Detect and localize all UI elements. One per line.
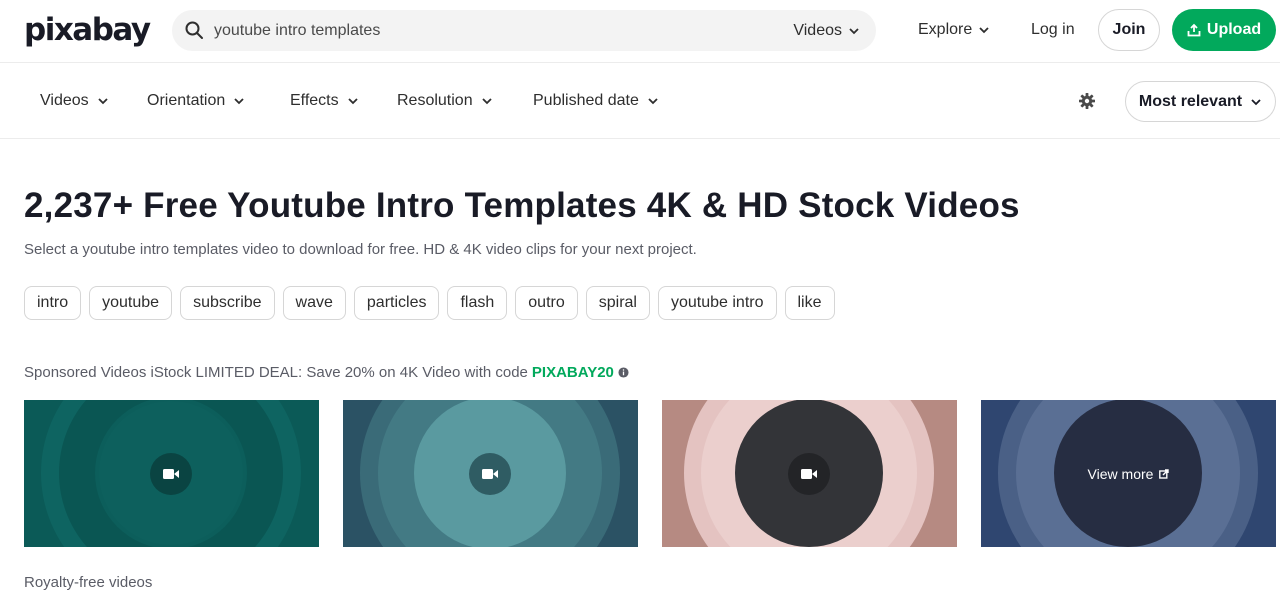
- media-type-label: Videos: [793, 21, 842, 39]
- sort-label: Most relevant: [1138, 92, 1243, 110]
- filter-label: Orientation: [147, 92, 226, 109]
- tag-flash[interactable]: flash: [447, 286, 508, 320]
- filter-label: Resolution: [397, 92, 473, 109]
- filter-bar: Videos Orientation Effects Resolution Pu…: [0, 64, 1280, 139]
- filter-orientation[interactable]: Orientation: [147, 64, 245, 138]
- upload-icon: [1187, 23, 1201, 37]
- info-icon[interactable]: [618, 367, 629, 378]
- filter-effects[interactable]: Effects: [290, 64, 359, 138]
- related-tags: intro youtube subscribe wave particles f…: [24, 286, 835, 320]
- video-badge: [788, 453, 830, 495]
- chevron-down-icon: [98, 98, 108, 105]
- chevron-down-icon: [648, 98, 658, 105]
- sort-dropdown[interactable]: Most relevant: [1125, 81, 1276, 122]
- video-camera-icon: [801, 469, 817, 479]
- chevron-down-icon: [481, 98, 492, 105]
- view-more-thumbnail[interactable]: View more: [981, 400, 1276, 547]
- section-label: Royalty-free videos: [24, 574, 153, 591]
- explore-menu[interactable]: Explore: [918, 0, 990, 60]
- tag-intro[interactable]: intro: [24, 286, 82, 320]
- view-more-label: View more: [1087, 465, 1154, 482]
- tag-youtube[interactable]: youtube: [89, 286, 173, 320]
- external-link-icon: [1159, 468, 1170, 479]
- chevron-down-icon: [234, 98, 244, 105]
- filter-videos[interactable]: Videos: [40, 64, 109, 138]
- tag-like[interactable]: like: [784, 286, 835, 320]
- chevron-down-icon: [849, 27, 859, 34]
- search-input[interactable]: [214, 10, 774, 51]
- join-button[interactable]: Join: [1098, 9, 1160, 51]
- sponsored-banner: Sponsored Videos iStock LIMITED DEAL: Sa…: [24, 364, 629, 381]
- video-badge: [150, 453, 192, 495]
- tag-wave[interactable]: wave: [282, 286, 346, 320]
- sponsored-video-thumbnail[interactable]: [343, 400, 638, 547]
- upload-label: Upload: [1206, 21, 1262, 38]
- explore-label: Explore: [918, 21, 973, 38]
- filter-resolution[interactable]: Resolution: [397, 64, 493, 138]
- tag-youtube-intro[interactable]: youtube intro: [657, 286, 777, 320]
- filter-published-date[interactable]: Published date: [533, 64, 659, 138]
- promo-code[interactable]: PIXABAY20: [532, 364, 614, 381]
- media-type-dropdown[interactable]: Videos: [793, 10, 860, 51]
- tag-particles[interactable]: particles: [353, 286, 440, 320]
- tag-subscribe[interactable]: subscribe: [180, 286, 275, 320]
- tag-spiral[interactable]: spiral: [585, 286, 650, 320]
- sponsored-video-thumbnail[interactable]: [662, 400, 957, 547]
- tag-outro[interactable]: outro: [515, 286, 578, 320]
- chevron-down-icon: [347, 98, 358, 105]
- login-link[interactable]: Log in: [1031, 0, 1075, 60]
- search-bar: Videos: [172, 10, 876, 51]
- search-icon: [185, 21, 203, 39]
- sponsored-text: Sponsored Videos iStock LIMITED DEAL: Sa…: [24, 364, 528, 381]
- video-badge: [469, 453, 511, 495]
- pixabay-logo[interactable]: pixabay: [24, 12, 151, 48]
- page-title: 2,237+ Free Youtube Intro Templates 4K &…: [24, 186, 1020, 225]
- filter-label: Published date: [533, 92, 639, 109]
- video-camera-icon: [163, 469, 179, 479]
- sponsored-video-thumbnail[interactable]: [24, 400, 319, 547]
- view-more-link[interactable]: View more: [981, 400, 1276, 547]
- page-subtitle: Select a youtube intro templates video t…: [24, 241, 697, 258]
- filter-label: Effects: [290, 92, 339, 109]
- upload-button[interactable]: Upload: [1172, 9, 1276, 51]
- filter-label: Videos: [40, 92, 89, 109]
- gear-icon[interactable]: [1078, 92, 1096, 110]
- video-camera-icon: [482, 469, 498, 479]
- chevron-down-icon: [1251, 98, 1261, 105]
- top-navigation: pixabay Videos Explore Log in Join Uploa…: [0, 0, 1280, 63]
- chevron-down-icon: [979, 27, 989, 34]
